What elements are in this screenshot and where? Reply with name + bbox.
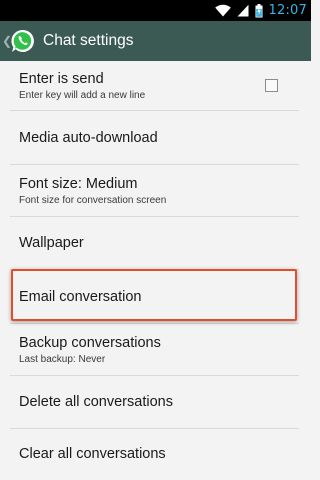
- setting-enter-is-send[interactable]: Enter is send Enter key will add a new l…: [0, 61, 311, 111]
- wifi-icon: [214, 4, 231, 17]
- settings-list: Enter is send Enter key will add a new l…: [0, 61, 311, 480]
- setting-summary: Enter key will add a new line: [19, 89, 146, 101]
- clock: 12:07: [268, 3, 307, 18]
- setting-font-size[interactable]: Font size: Medium Font size for conversa…: [0, 165, 311, 217]
- setting-title: Delete all conversations: [19, 394, 173, 410]
- status-bar: 12:07: [0, 0, 311, 21]
- action-bar-home-button[interactable]: ❮ Chat settings: [0, 21, 311, 61]
- setting-media-auto-download[interactable]: Media auto-download: [0, 111, 311, 165]
- setting-backup-conversations[interactable]: Backup conversations Last backup: Never: [0, 324, 311, 376]
- setting-title: Font size: Medium: [19, 175, 138, 192]
- page-title: Chat settings: [43, 32, 134, 49]
- setting-clear-all-conversations[interactable]: Clear all conversations: [0, 429, 311, 480]
- chevron-left-icon: ❮: [2, 34, 13, 48]
- battery-charging-icon: [255, 3, 263, 17]
- setting-wallpaper[interactable]: Wallpaper: [0, 217, 311, 270]
- setting-title: Media auto-download: [19, 129, 158, 146]
- setting-email-conversation[interactable]: Email conversation: [0, 270, 311, 324]
- setting-title: Clear all conversations: [19, 446, 166, 462]
- setting-title: Backup conversations: [19, 334, 161, 351]
- setting-delete-all-conversations[interactable]: Delete all conversations: [0, 376, 311, 429]
- enter-is-send-checkbox[interactable]: [265, 79, 278, 92]
- setting-title: Wallpaper: [19, 235, 84, 251]
- whatsapp-logo: [11, 29, 34, 52]
- setting-title: Email conversation: [19, 288, 142, 305]
- setting-title: Enter is send: [19, 70, 104, 87]
- setting-summary: Last backup: Never: [19, 353, 106, 365]
- signal-icon: [237, 4, 249, 17]
- setting-summary: Font size for conversation screen: [19, 194, 167, 206]
